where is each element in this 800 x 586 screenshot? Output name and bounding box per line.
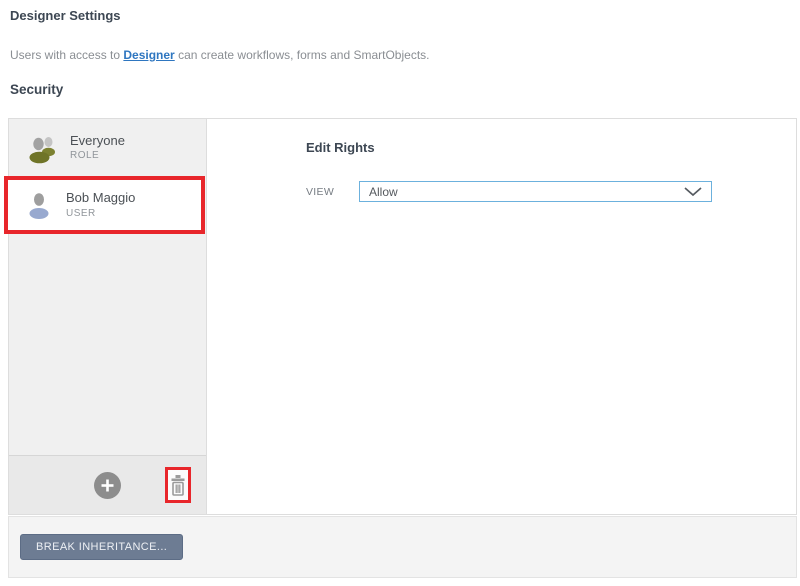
list-item-bob-maggio[interactable]: Bob Maggio USER	[8, 180, 201, 230]
delete-user-button[interactable]	[170, 474, 186, 496]
principal-text: Bob Maggio USER	[66, 190, 135, 219]
break-inheritance-button[interactable]: BREAK INHERITANCE...	[20, 534, 183, 560]
principal-name: Bob Maggio	[66, 190, 135, 206]
footer-bar: BREAK INHERITANCE...	[8, 516, 797, 578]
security-principal-list: Everyone ROLE Bob Maggio USER	[9, 119, 207, 514]
security-section-title: Security	[10, 82, 63, 97]
list-item-everyone[interactable]: Everyone ROLE	[9, 119, 206, 176]
page-description: Users with access to Designer can create…	[10, 48, 430, 62]
description-suffix: can create workflows, forms and SmartObj…	[175, 48, 430, 62]
view-rights-field: VIEW Allow	[306, 181, 712, 202]
list-toolbar	[9, 455, 206, 514]
edit-rights-title: Edit Rights	[306, 140, 375, 155]
delete-button-annotation	[165, 467, 191, 503]
description-prefix: Users with access to	[10, 48, 123, 62]
page-title: Designer Settings	[10, 8, 121, 23]
view-rights-select[interactable]: Allow	[359, 181, 712, 202]
principal-text: Everyone ROLE	[70, 133, 125, 162]
plus-icon	[100, 478, 115, 493]
selected-item-annotation: Bob Maggio USER	[4, 176, 205, 234]
principal-name: Everyone	[70, 133, 125, 149]
selected-value: Allow	[369, 185, 398, 199]
principal-type: USER	[66, 207, 135, 220]
designer-link[interactable]: Designer	[123, 48, 174, 62]
user-icon	[23, 189, 55, 221]
add-user-button[interactable]	[94, 472, 121, 499]
trash-icon	[170, 474, 186, 496]
view-label: VIEW	[306, 186, 359, 198]
edit-rights-panel: Edit Rights VIEW Allow	[207, 119, 796, 514]
security-panel: Everyone ROLE Bob Maggio USER	[8, 118, 797, 515]
chevron-down-icon	[684, 187, 702, 197]
role-group-icon	[27, 132, 59, 164]
principal-type: ROLE	[70, 149, 125, 162]
